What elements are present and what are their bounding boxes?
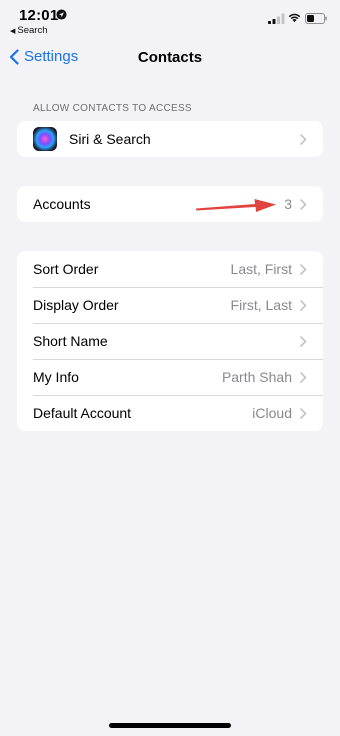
status-bar: 12:01 ◀ Search	[0, 0, 340, 40]
siri-icon	[33, 127, 57, 151]
my-info-label: My Info	[33, 369, 79, 385]
default-account-row[interactable]: Default Account iCloud	[17, 395, 323, 431]
accounts-label: Accounts	[33, 196, 91, 212]
accounts-group: Accounts 3	[17, 186, 323, 222]
display-order-value: First, Last	[230, 297, 292, 313]
wifi-icon	[288, 13, 301, 23]
chevron-right-icon	[300, 408, 307, 419]
chevron-right-icon	[300, 372, 307, 383]
accounts-count: 3	[284, 196, 292, 212]
navigation-bar: Settings Contacts	[0, 42, 340, 74]
back-to-app-button[interactable]: ◀ Search	[10, 25, 48, 36]
cellular-signal-icon	[268, 13, 285, 24]
location-icon	[56, 9, 67, 20]
chevron-right-icon	[300, 336, 307, 347]
status-time: 12:01	[19, 7, 59, 24]
siri-search-row[interactable]: Siri & Search	[17, 121, 323, 157]
short-name-label: Short Name	[33, 333, 108, 349]
annotation-arrow-icon	[196, 199, 276, 212]
display-order-row[interactable]: Display Order First, Last	[17, 287, 323, 323]
short-name-row[interactable]: Short Name	[17, 323, 323, 359]
back-triangle-icon: ◀	[10, 28, 16, 35]
allow-access-group: Siri & Search	[17, 121, 323, 157]
display-order-label: Display Order	[33, 297, 119, 313]
chevron-right-icon	[300, 300, 307, 311]
contacts-settings-group: Sort Order Last, First Display Order Fir…	[17, 251, 323, 431]
siri-search-label: Siri & Search	[69, 131, 151, 147]
page-title: Contacts	[137, 49, 203, 66]
sort-order-label: Sort Order	[33, 261, 99, 277]
back-app-label: Search	[17, 25, 48, 36]
chevron-right-icon	[300, 134, 307, 145]
my-info-value: Parth Shah	[221, 369, 292, 385]
accounts-row[interactable]: Accounts 3	[17, 186, 323, 222]
battery-icon	[305, 13, 327, 24]
chevron-right-icon	[300, 199, 307, 210]
default-account-value: iCloud	[252, 405, 292, 421]
sort-order-value: Last, First	[230, 261, 292, 277]
section-header: ALLOW CONTACTS TO ACCESS	[33, 103, 192, 114]
default-account-label: Default Account	[33, 405, 132, 421]
my-info-row[interactable]: My Info Parth Shah	[17, 359, 323, 395]
chevron-right-icon	[300, 264, 307, 275]
sort-order-row[interactable]: Sort Order Last, First	[17, 251, 323, 287]
home-indicator[interactable]	[109, 723, 231, 728]
